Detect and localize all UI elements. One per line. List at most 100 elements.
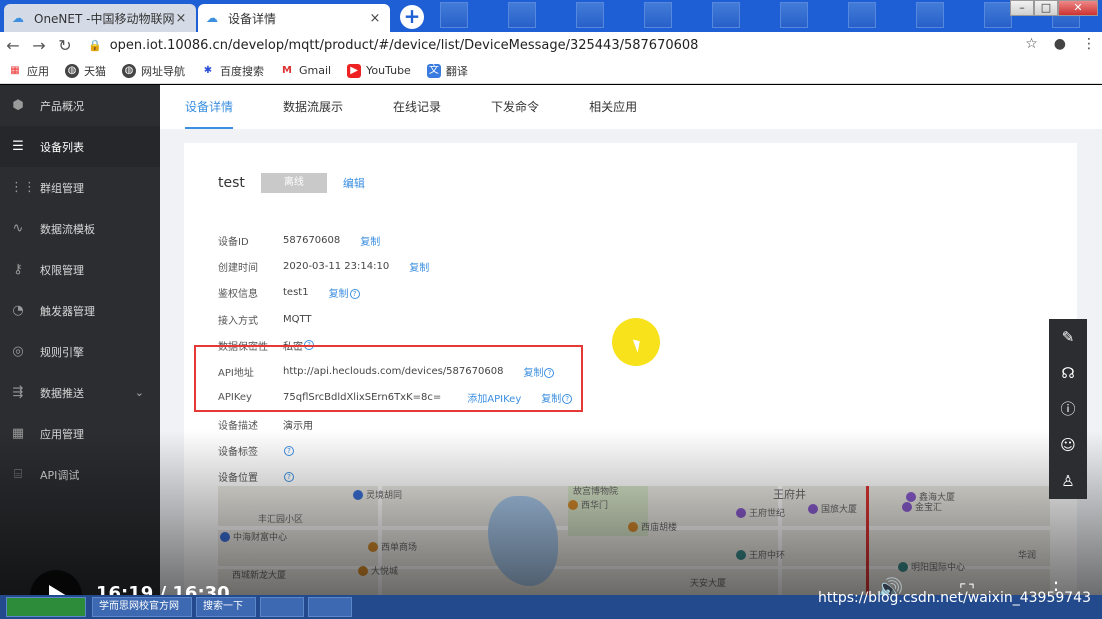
api-icon: ⌸ [14, 467, 22, 482]
map-label: 天安大厦 [690, 579, 727, 589]
star-icon[interactable]: ☆ [1025, 36, 1038, 52]
youtube-icon: ▶ [347, 63, 362, 78]
account-icon[interactable]: ● [1054, 36, 1066, 52]
info-row-id: 设备ID 587670608 复制 [218, 233, 381, 248]
status-badge: 离线 [260, 173, 327, 193]
copy-auth-link[interactable]: 复制? [329, 285, 360, 300]
map-label: 王府世纪 [749, 509, 786, 519]
bookmarks-bar: ▦ 应用 ◍ 天猫 ◍ 网址导航 ✱ 百度搜索 M Gmail ▶ YouTube 文翻译 [0, 58, 1102, 84]
copy-id-link[interactable]: 复制 [360, 233, 380, 248]
lock-icon: 🔒 [88, 38, 102, 52]
sidebar-item-stream-template[interactable]: ∿ 数据流模板 [0, 208, 160, 249]
edit-link[interactable]: 编辑 [343, 175, 365, 191]
map-label: 王府井 [773, 488, 806, 501]
menu-icon[interactable]: ⋮ [1082, 36, 1096, 52]
map-label: 西城新龙大厦 [232, 571, 287, 581]
gmail-icon: M [282, 64, 292, 76]
bookmark-gmail[interactable]: M Gmail [280, 64, 331, 78]
bookmark-baidu[interactable]: ✱ 百度搜索 [201, 63, 264, 79]
taskbar-item[interactable]: 搜索一下 [196, 597, 256, 617]
reload-icon[interactable]: ↻ [52, 36, 78, 55]
community-icon[interactable]: ☺ [1060, 427, 1076, 463]
apps-icon: ▦ [11, 426, 25, 441]
list-icon: ☰ [12, 139, 24, 154]
copy-created-link[interactable]: 复制 [409, 259, 429, 274]
sidebar-item-data-push[interactable]: ⇶ 数据推送 ⌄ [0, 372, 160, 413]
tab-data-stream[interactable]: 数据流展示 [283, 85, 343, 129]
back-icon[interactable]: ← [0, 36, 26, 55]
device-location-map[interactable]: 灵境胡同 故宫博物院 王府井 鑫海大厦 西华门 王府世纪 国旅大厦 金宝汇 丰汇… [218, 486, 1050, 595]
detail-tabs: 设备详情 数据流展示 在线记录 下发命令 相关应用 [160, 85, 1102, 129]
map-label: 西华门 [581, 501, 609, 511]
info-row-tags: 设备标签 ? [218, 437, 572, 463]
tab-device-detail[interactable]: 设备详情 [185, 85, 234, 129]
device-name: test [218, 175, 245, 191]
map-label: 王府中环 [749, 551, 786, 561]
map-label: 中海财富中心 [233, 533, 288, 543]
new-tab-button[interactable]: + [400, 5, 424, 29]
taskbar-item[interactable]: 学而思网校官方网 [92, 597, 192, 617]
sidebar-item-group[interactable]: ⋮⋮ 群组管理 [0, 167, 160, 208]
help-icon[interactable]: ? [284, 445, 294, 456]
minimize-button[interactable]: – [1010, 0, 1034, 16]
translate-icon: 文 [426, 63, 441, 78]
edit-pencil-icon[interactable]: ✎ [1062, 319, 1075, 355]
map-label: 丰汇园小区 [258, 515, 304, 525]
browser-tab-bar: ☁ OneNET -中国移动物联网开放平 × ☁ 设备详情 × + – □ ✕ [0, 0, 1102, 32]
sidebar-item-trigger[interactable]: ◔ 触发器管理 [0, 290, 160, 331]
map-label: 西庙胡楼 [641, 523, 678, 533]
window-close-button[interactable]: ✕ [1058, 0, 1098, 16]
browser-tab-onenet[interactable]: ☁ OneNET -中国移动物联网开放平 × [4, 4, 196, 32]
info-row-protocol: 接入方式 MQTT [218, 313, 312, 327]
forward-icon[interactable]: → [26, 36, 52, 55]
url-text: open.iot.10086.cn/develop/mqtt/product/#… [109, 37, 699, 53]
bookmark-tmall[interactable]: ◍ 天猫 [65, 63, 106, 79]
trigger-icon: ◔ [12, 303, 24, 318]
start-button[interactable] [6, 597, 86, 617]
map-label: 明阳国际中心 [911, 563, 966, 573]
desktop-icons [440, 2, 1080, 28]
bookmark-nav[interactable]: ◍ 网址导航 [122, 63, 185, 79]
rule-icon: ◎ [12, 344, 24, 359]
sidebar: ⬢ 产品概况 ☰ 设备列表 ⋮⋮ 群组管理 ∿ 数据流模板 ⚷ 权限管理 ◔ 触发器管理 ◎… [0, 85, 160, 595]
cube-icon: ⬢ [12, 98, 24, 113]
bookmark-translate[interactable]: 文翻译 [426, 63, 468, 79]
sidebar-item-rule-engine[interactable]: ◎ 规则引擎 [0, 331, 160, 372]
url-field[interactable]: 🔒 open.iot.10086.cn/develop/mqtt/product… [88, 38, 698, 53]
sidebar-item-app-management[interactable]: ▦ 应用管理 [0, 413, 160, 454]
map-label: 华润 [1018, 551, 1037, 561]
map-label: 金宝汇 [915, 503, 943, 513]
user-add-icon[interactable]: ♙ [1061, 463, 1074, 499]
apps-grid-icon: ▦ [10, 64, 20, 76]
taskbar-folder[interactable] [260, 597, 304, 617]
watermark-text: https://blog.csdn.net/waixin_43959743 [818, 590, 1091, 606]
baidu-paw-icon: ✱ [203, 64, 213, 76]
map-label: 大悦城 [371, 567, 399, 577]
headset-icon[interactable]: ☊ [1061, 355, 1074, 391]
sidebar-item-permission[interactable]: ⚷ 权限管理 [0, 249, 160, 290]
highlight-box [194, 345, 583, 412]
help-icon[interactable]: ? [349, 289, 360, 300]
help-icon[interactable]: ? [284, 471, 294, 482]
map-label: 灵境胡同 [366, 491, 403, 501]
floating-toolbar: ✎ ☊ ⓘ ☺ ♙ [1049, 319, 1087, 499]
close-icon[interactable]: × [174, 11, 188, 26]
push-icon: ⇶ [12, 385, 24, 400]
tab-send-command[interactable]: 下发命令 [491, 85, 539, 129]
close-icon[interactable]: × [368, 11, 382, 26]
sidebar-item-product-overview[interactable]: ⬢ 产品概况 [0, 85, 160, 126]
tab-title: 设备详情 [228, 11, 277, 26]
sidebar-item-api-debug[interactable]: ⌸ API调试 [0, 454, 160, 495]
stream-icon: ∿ [12, 221, 24, 236]
sidebar-item-device-list[interactable]: ☰ 设备列表 [0, 126, 160, 167]
help-circle-icon[interactable]: ⓘ [1060, 391, 1075, 427]
tab-online-records[interactable]: 在线记录 [393, 85, 441, 129]
bookmark-apps[interactable]: ▦ 应用 [8, 63, 49, 79]
maximize-button[interactable]: □ [1034, 0, 1058, 16]
info-row-created: 创建时间 2020-03-11 23:14:10 复制 [218, 259, 430, 274]
window-controls: – □ ✕ [1010, 0, 1098, 16]
bookmark-youtube[interactable]: ▶ YouTube [347, 63, 411, 78]
taskbar-chrome[interactable] [308, 597, 352, 617]
tab-related-apps[interactable]: 相关应用 [589, 85, 637, 129]
browser-tab-device-detail[interactable]: ☁ 设备详情 × [198, 4, 390, 32]
